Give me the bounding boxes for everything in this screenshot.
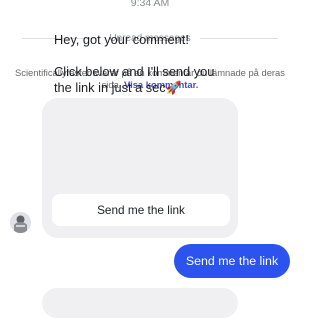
status-time: 9:34 AM <box>130 0 170 9</box>
bot-message-text: Hey, got your comment! Click below and I… <box>54 32 234 112</box>
send-me-the-link-button[interactable]: Send me the link <box>52 194 230 226</box>
next-message-bubble <box>42 288 238 318</box>
avatar-image <box>10 212 31 233</box>
avatar[interactable] <box>10 212 31 233</box>
bot-message-line-2: Click below and I'll send you the link i… <box>54 64 234 96</box>
rocket-emoji: 🚀 <box>165 80 182 95</box>
user-message-bubble: Send me the link <box>174 244 290 278</box>
bot-message-line-2-text: Click below and I'll send you the link i… <box>54 64 215 95</box>
bot-message-line-1: Hey, got your comment! <box>54 32 189 47</box>
